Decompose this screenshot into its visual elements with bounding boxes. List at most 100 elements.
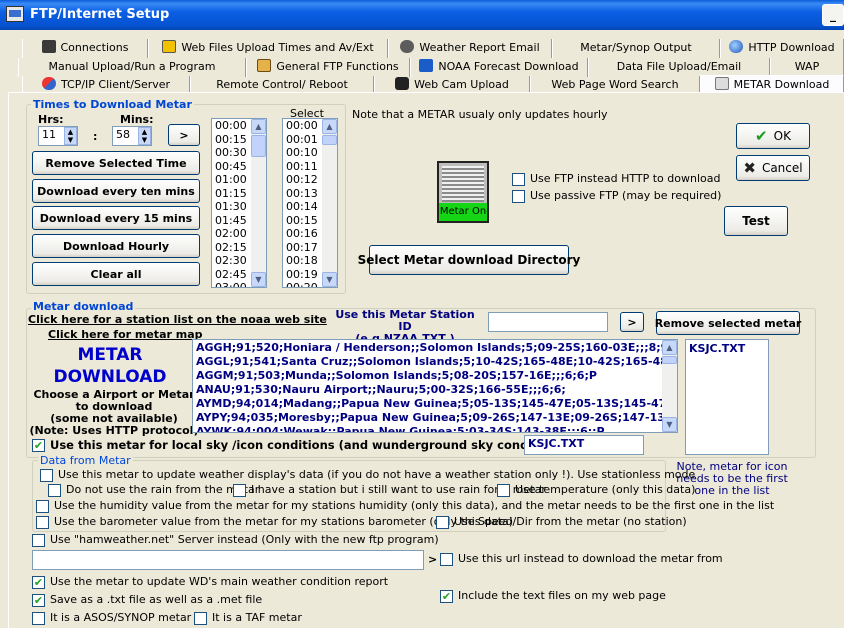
update-main-label: Use the metar to update WD's main weathe… [50,575,389,588]
times-scrollbar[interactable]: ▲ ▼ [251,119,266,287]
asos-checkbox[interactable] [32,612,45,625]
save-txt-checkbox[interactable]: ✔ [32,594,45,607]
scroll-thumb[interactable] [322,135,337,145]
have-station-checkbox[interactable] [233,484,246,497]
station-list-item[interactable]: AGGM;91;503;Munda;;Solomon Islands;5;08-… [193,369,677,383]
metar-download-legend: Metar download [31,300,136,313]
tab-http-download[interactable]: HTTP Download [720,39,844,58]
select-minutes-list[interactable]: 00:00 00:01 00:10 00:11 00:12 00:13 00:14 00:15… [282,118,338,288]
include-text-checkbox[interactable]: ✔ [440,590,453,603]
use-local-sky-checkbox[interactable]: ✔ [32,439,45,452]
download-hourly-button[interactable]: Download Hourly [32,234,200,258]
use-passive-checkbox[interactable] [512,190,525,203]
station-list-item[interactable]: ANAU;91;530;Nauru Airport;;Nauru;5;00-32… [193,383,677,397]
tab-metar-synop-output[interactable]: Metar/Synop Output [552,39,720,58]
app-icon [6,6,24,22]
web-files-icon [162,40,177,53]
scroll-down-icon[interactable]: ▼ [322,272,337,287]
add-time-button[interactable]: > [168,124,200,146]
remove-selected-metar-button[interactable]: Remove selected metar [655,311,801,335]
minimize-button[interactable]: _ [822,4,844,26]
download-times-list[interactable]: 00:00 00:15 00:30 00:45 01:00 01:15 01:30 01:45… [211,118,267,288]
metar-lines-icon [442,166,484,202]
use-humidity-checkbox[interactable] [36,500,49,513]
use-url-checkbox[interactable] [440,553,453,566]
url-go-button[interactable]: > [428,553,437,566]
add-station-button[interactable]: > [620,312,644,332]
weather-report-icon [400,40,415,53]
tab-noaa-forecast[interactable]: NOAA Forecast Download [410,58,588,77]
ok-button[interactable]: ✔ OK [736,123,810,149]
use-humidity-label: Use the humidity value from the metar fo… [54,499,775,512]
station-list-item[interactable]: AYPY;94;035;Moresby;;Papua New Guinea;5;… [193,411,677,425]
hours-spin-arrows[interactable]: ▲ ▼ [64,127,77,145]
choose-airport-text: Choose a Airport or Metar to download (s… [29,388,199,437]
update-main-checkbox[interactable]: ✔ [32,576,45,589]
noaa-icon [419,59,434,72]
station-list-item[interactable]: AGGL;91;541;Santa Cruz;;Solomon Islands;… [193,355,677,369]
local-sky-input[interactable]: KSJC.TXT [524,435,644,455]
use-speed-checkbox[interactable] [436,516,449,529]
metar-map-link[interactable]: Click here for metar map [48,328,203,341]
use-temp-label: Use temperature (only this data) [515,483,696,496]
station-list[interactable]: AGGH;91;520;Honiara / Henderson;;Solomon… [192,339,678,433]
use-baro-checkbox[interactable] [36,516,49,529]
tab-manual-upload[interactable]: Manual Upload/Run a Program [18,58,246,77]
station-list-item[interactable]: AGGH;91;520;Honiara / Henderson;;Solomon… [193,341,677,355]
station-id-input[interactable] [488,312,608,332]
download-every-15-button[interactable]: Download every 15 mins [32,206,200,230]
url-input[interactable] [32,550,424,570]
update-display-checkbox[interactable] [40,469,53,482]
use-local-sky-label: Use this metar for local sky /icon condi… [50,438,584,452]
metar-download-heading: METAR DOWNLOAD [53,345,167,387]
minutes-spin-arrows[interactable]: ▲ ▼ [138,127,151,145]
save-txt-label: Save as a .txt file as well as a .met fi… [50,593,263,606]
note-hourly: Note that a METAR usualy only updates ho… [352,108,608,121]
mins-label: Mins: [120,113,154,126]
use-ftp-checkbox[interactable] [512,173,525,186]
metar-on-indicator[interactable]: Metar On [437,161,489,223]
tab-connections[interactable]: Connections [22,39,148,58]
no-rain-checkbox[interactable] [48,484,61,497]
asos-label: It is a ASOS/SYNOP metar [50,611,192,624]
time-colon: : [93,130,98,143]
ftp-icon [257,59,272,72]
hamweather-label: Use "hamweather.net" Server instead (Onl… [50,533,439,546]
scroll-up-icon[interactable]: ▲ [322,119,337,134]
scroll-down-icon[interactable]: ▼ [662,417,677,432]
selected-metar-item[interactable]: KSJC.TXT [686,342,768,356]
taf-label: It is a TAF metar [212,611,302,624]
test-button[interactable]: Test [724,206,788,236]
tab-general-ftp[interactable]: General FTP Functions [246,58,410,77]
scroll-down-icon[interactable]: ▼ [251,272,266,287]
taf-checkbox[interactable] [194,612,207,625]
station-scrollbar[interactable]: ▲ ▼ [662,340,677,432]
select-metar-directory-button[interactable]: Select Metar download Directory [358,245,580,275]
title-bar: FTP/Internet Setup _ [0,0,844,30]
scroll-thumb[interactable] [662,356,677,364]
scroll-thumb[interactable] [251,135,266,157]
remove-selected-time-button[interactable]: Remove Selected Time [32,151,200,175]
update-display-label: Use this metar to update weather display… [58,468,696,481]
select-scrollbar[interactable]: ▲ ▼ [322,119,337,287]
tab-weather-report-email[interactable]: Weather Report Email [388,39,552,58]
cancel-button[interactable]: ✖ Cancel [736,155,810,181]
station-list-item[interactable]: AYWK;94;004;Wewak;;Papua New Guinea;5;03… [193,425,677,432]
station-list-link[interactable]: Click here for a station list on the noa… [28,313,327,326]
selected-metars-list[interactable]: KSJC.TXT [685,339,769,455]
hamweather-checkbox[interactable] [32,534,45,547]
download-every-ten-button[interactable]: Download every ten mins [32,179,200,203]
tcp-icon [41,77,56,90]
use-temp-checkbox[interactable] [497,484,510,497]
scroll-up-icon[interactable]: ▲ [662,340,677,355]
station-list-item[interactable]: AYMD;94;014;Madang;;Papua New Guinea;5;0… [193,397,677,411]
tab-web-files-upload[interactable]: Web Files Upload Times and Av/Ext [148,39,388,58]
no-rain-label: Do not use the rain from the metar [66,483,260,496]
use-speed-label: Use Speed/Dir from the metar (no station… [454,515,687,528]
check-icon: ✔ [755,127,768,145]
hrs-label: Hrs: [38,113,64,126]
clear-all-button[interactable]: Clear all [32,262,200,286]
include-text-label: Include the text files on my web page [458,589,666,602]
use-passive-label: Use passive FTP (may be required) [530,189,722,202]
scroll-up-icon[interactable]: ▲ [251,119,266,134]
